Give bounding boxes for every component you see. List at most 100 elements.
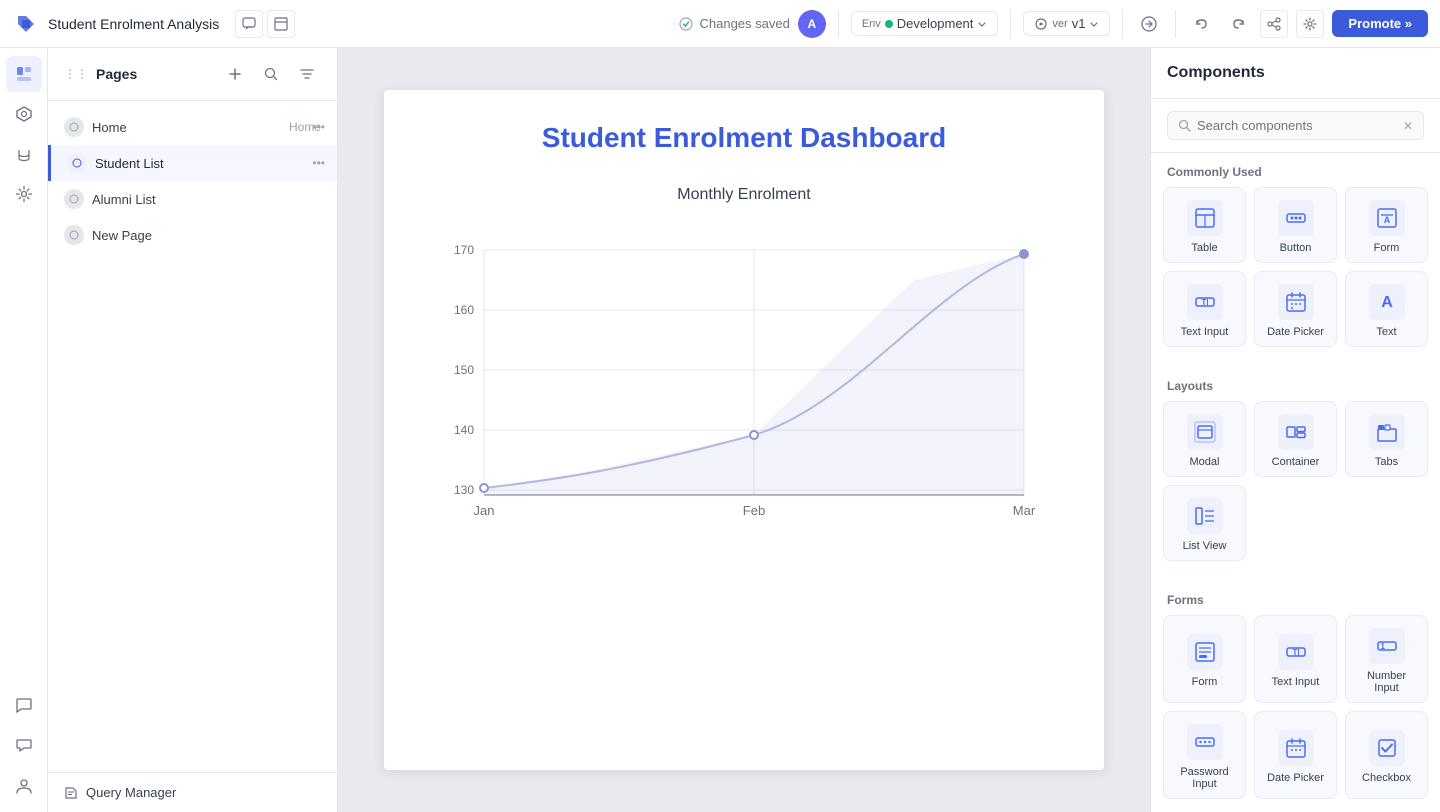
add-page-button[interactable] [221, 60, 249, 88]
topbar: Student Enrolment Analysis Changes saved… [0, 0, 1440, 48]
env-selector[interactable]: Env Development [851, 11, 999, 36]
page-item-home[interactable]: Home Home ••• [48, 109, 337, 145]
component-label-password-input: Password Input [1172, 766, 1237, 790]
svg-text:T|: T| [1292, 648, 1299, 657]
page-name-new-page: New Page [92, 228, 321, 243]
layouts-grid: Modal Container Tabs Li [1151, 401, 1440, 573]
section-label-forms: Forms [1151, 581, 1440, 615]
svg-text:1_: 1_ [1380, 642, 1389, 651]
env-status-dot [885, 20, 893, 28]
settings-button[interactable] [1296, 10, 1324, 38]
form2-icon [1187, 634, 1223, 670]
search-box: ✕ [1167, 111, 1424, 140]
component-label-form2: Form [1192, 676, 1218, 688]
component-label-text-input2: Text Input [1272, 676, 1320, 688]
app-title: Student Enrolment Analysis [48, 16, 219, 32]
layout-icon-btn[interactable] [267, 10, 295, 38]
component-label-date-picker2: Date Picker [1267, 772, 1324, 784]
component-text[interactable]: A Text [1345, 271, 1428, 347]
component-label-container: Container [1272, 456, 1320, 468]
page-name-alumni-list: Alumni List [92, 192, 321, 207]
redo-button[interactable] [1224, 10, 1252, 38]
version-selector[interactable]: ver v1 [1023, 11, 1110, 36]
undo-button[interactable] [1188, 10, 1216, 38]
component-label-list-view: List View [1183, 540, 1227, 552]
svg-text:Jan: Jan [474, 503, 495, 518]
icon-bar-pages[interactable] [6, 56, 42, 92]
chart-area: Monthly Enrolment 170 160 150 [416, 178, 1072, 568]
component-tabs[interactable]: Tabs [1345, 401, 1428, 477]
table-icon [1187, 200, 1223, 236]
component-container[interactable]: Container [1254, 401, 1337, 477]
icon-bar-data[interactable] [6, 136, 42, 172]
page-icon-alumni-list [64, 189, 84, 209]
text-input2-icon: T| [1278, 634, 1314, 670]
icon-bar [0, 48, 48, 812]
page-more-home[interactable]: ••• [312, 120, 325, 134]
text-input-icon: T| [1187, 284, 1223, 320]
search-components-input[interactable] [1197, 118, 1397, 133]
icon-bar-messages[interactable] [6, 728, 42, 764]
component-table[interactable]: Table [1163, 187, 1246, 263]
component-date-picker[interactable]: Date Picker [1254, 271, 1337, 347]
svg-text:140: 140 [454, 423, 474, 437]
component-label-date-picker: Date Picker [1267, 326, 1324, 338]
page-name-home: Home [92, 120, 285, 135]
form-icon: A [1369, 200, 1405, 236]
component-modal[interactable]: Modal [1163, 401, 1246, 477]
component-date-picker2[interactable]: Date Picker [1254, 711, 1337, 799]
text-icon: A [1369, 284, 1405, 320]
page-item-new-page[interactable]: New Page [48, 217, 337, 253]
date-picker2-icon [1278, 730, 1314, 766]
modal-icon [1187, 414, 1223, 450]
page-item-alumni-list[interactable]: Alumni List [48, 181, 337, 217]
password-input-icon [1187, 724, 1223, 760]
page-item-student-list[interactable]: Student List ••• [48, 145, 337, 181]
filter-pages-button[interactable] [293, 60, 321, 88]
list-view-icon [1187, 498, 1223, 534]
icon-bar-components[interactable] [6, 96, 42, 132]
component-label-table: Table [1191, 242, 1217, 254]
component-form[interactable]: A Form [1345, 187, 1428, 263]
icon-bar-account[interactable] [6, 768, 42, 804]
component-password-input[interactable]: Password Input [1163, 711, 1246, 799]
canvas: Student Enrolment Dashboard Monthly Enro… [338, 48, 1150, 812]
svg-text:Feb: Feb [743, 503, 765, 518]
component-text-input2[interactable]: T| Text Input [1254, 615, 1337, 703]
container-icon [1278, 414, 1314, 450]
component-checkbox[interactable]: Checkbox [1345, 711, 1428, 799]
component-label-text: Text [1376, 326, 1396, 338]
number-input-icon: 1_ [1369, 628, 1405, 664]
component-list-view[interactable]: List View [1163, 485, 1246, 561]
user-avatar[interactable]: A [798, 10, 826, 38]
share-button[interactable] [1260, 10, 1288, 38]
search-pages-button[interactable] [257, 60, 285, 88]
page-more-student-list[interactable]: ••• [312, 156, 325, 170]
component-text-input[interactable]: T| Text Input [1163, 271, 1246, 347]
search-clear-icon[interactable]: ✕ [1403, 119, 1413, 133]
component-button[interactable]: Button [1254, 187, 1337, 263]
svg-text:150: 150 [454, 363, 474, 377]
component-label-tabs: Tabs [1375, 456, 1398, 468]
search-icon [1178, 119, 1191, 132]
tabs-icon [1369, 414, 1405, 450]
page-icon-student-list [67, 153, 87, 173]
api-icon-btn[interactable] [1135, 10, 1163, 38]
page-icon-home [64, 117, 84, 137]
app-logo [12, 10, 40, 38]
icon-bar-chat[interactable] [6, 688, 42, 724]
save-status: Changes saved [679, 16, 789, 31]
svg-text:Mar: Mar [1013, 503, 1036, 518]
comment-icon-btn[interactable] [235, 10, 263, 38]
component-label-checkbox: Checkbox [1362, 772, 1411, 784]
icon-bar-settings[interactable] [6, 176, 42, 212]
section-label-layouts: Layouts [1151, 367, 1440, 401]
query-manager-label: Query Manager [86, 785, 176, 800]
forms-grid: Form T| Text Input 1_ Number Input [1151, 615, 1440, 811]
query-manager-bar[interactable]: Query Manager [48, 772, 337, 812]
component-label-form: Form [1374, 242, 1400, 254]
components-panel-title: Components [1151, 48, 1440, 99]
promote-button[interactable]: Promote » [1332, 10, 1428, 37]
component-number-input[interactable]: 1_ Number Input [1345, 615, 1428, 703]
component-form2[interactable]: Form [1163, 615, 1246, 703]
